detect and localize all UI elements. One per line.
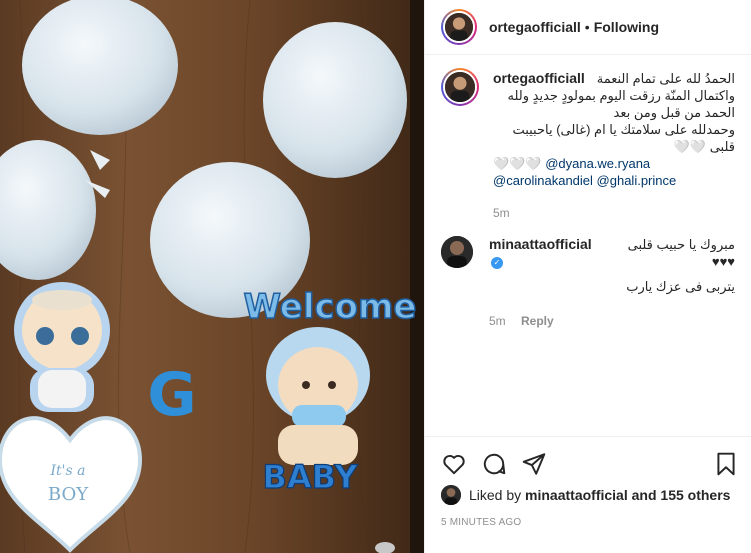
comment: minaattaofficial ✓ مبروك يا حبيب قلبى ♥♥… — [441, 236, 735, 330]
mention-link[interactable]: @carolinakandiel — [493, 173, 593, 188]
commenter-avatar[interactable] — [441, 236, 473, 268]
caption-line-4: 🤍🤍🤍 @dyana.we.ryana — [493, 155, 735, 172]
separator-dot: • — [584, 19, 590, 35]
likes-row: Liked by minaattaofficial and 155 others — [425, 481, 751, 509]
svg-text:BOY: BOY — [48, 484, 89, 505]
caption-meta: 5m — [493, 205, 735, 222]
caption-line-5: @carolinakandiel @ghali.prince — [493, 172, 735, 189]
caption-body: ortegaofficiall الحمدُ لله على تمام النع… — [493, 70, 735, 222]
reply-button[interactable]: Reply — [521, 314, 554, 328]
comment-body: minaattaofficial ✓ مبروك يا حبيب قلبى ♥♥… — [489, 236, 735, 330]
author-username[interactable]: ortegaofficiall — [489, 19, 581, 35]
comments-list: ortegaofficiall الحمدُ لله على تمام النع… — [441, 68, 735, 330]
mention-link[interactable]: @dyana.we.ryana — [545, 156, 650, 171]
photo-illustration: It's a BOY G Welcome BABY — [0, 0, 424, 553]
svg-text:BABY: BABY — [263, 458, 359, 496]
likes-prefix: Liked by — [469, 487, 522, 503]
person-icon — [445, 13, 473, 41]
caption-hearts: 🤍🤍🤍 — [493, 156, 542, 171]
verified-badge-icon: ✓ — [491, 257, 503, 269]
share-icon[interactable] — [521, 451, 547, 477]
balloon — [263, 22, 407, 178]
post-timestamp[interactable]: 5 MINUTES AGO — [425, 509, 751, 528]
post-photo[interactable]: It's a BOY G Welcome BABY — [0, 0, 424, 553]
person-icon — [441, 485, 461, 505]
caption-line-1: الحمدُ لله على تمام النعمة — [596, 71, 735, 86]
caption-time[interactable]: 5m — [493, 206, 510, 220]
comment-icon[interactable] — [481, 451, 507, 477]
caption-line-3: وحمدلله على سلامتك يا ام (غالى) ياحبيبت … — [512, 122, 735, 154]
comment-line-1: مبروك يا حبيب قلبى ♥♥♥ — [627, 237, 735, 269]
letter-g: G — [147, 360, 196, 430]
action-bar — [425, 437, 751, 481]
heart-icon[interactable] — [441, 451, 467, 477]
commenter-username[interactable]: minaattaofficial — [489, 236, 592, 252]
caption-username[interactable]: ortegaofficiall — [493, 70, 585, 87]
person-icon — [441, 236, 473, 268]
caption-avatar[interactable] — [441, 68, 479, 106]
person-icon — [445, 72, 475, 102]
mention-link[interactable]: @ghali.prince — [597, 173, 677, 188]
following-button[interactable]: Following — [594, 19, 659, 35]
caption: ortegaofficiall الحمدُ لله على تمام النع… — [441, 68, 735, 222]
liker-avatar[interactable] — [441, 485, 461, 505]
balloon — [22, 0, 178, 135]
comment-time[interactable]: 5m — [489, 314, 506, 328]
svg-text:It's a: It's a — [50, 463, 86, 479]
actions-section: Liked by minaattaofficial and 155 others… — [425, 436, 751, 553]
bookmark-icon[interactable] — [713, 451, 739, 477]
post-header: ortegaofficiall • Following — [425, 0, 751, 55]
caption-line-2: واكتمال المنّة رزقت اليوم بمولودٍ جديدٍ … — [507, 88, 736, 120]
likes-others[interactable]: and 155 others — [632, 487, 731, 503]
comment-meta: 5m Reply — [489, 313, 735, 330]
svg-text:Welcome: Welcome — [243, 287, 416, 327]
post-panel: ortegaofficiall • Following ortegaoffici… — [424, 0, 751, 553]
author-avatar[interactable] — [441, 9, 477, 45]
comment-line-2: يتربى فى عزك يارب — [626, 279, 735, 294]
liker-username[interactable]: minaattaofficial — [525, 487, 628, 503]
